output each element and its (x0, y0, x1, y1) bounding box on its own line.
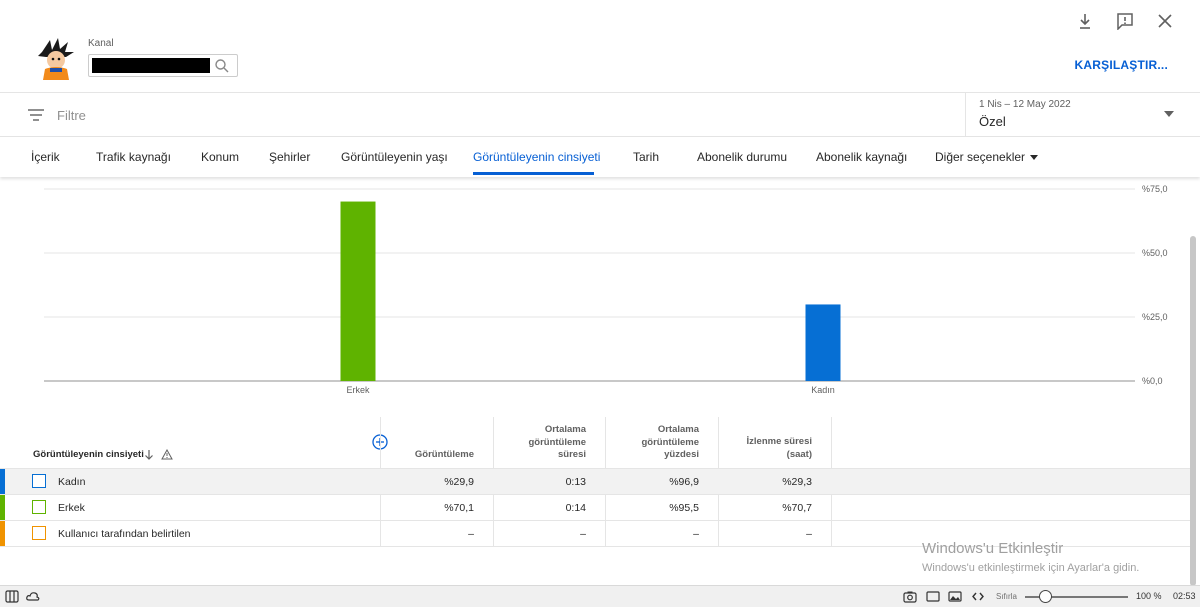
dimension-tabs: İçerik Trafik kaynağı Konum Şehirler Gör… (0, 137, 1200, 177)
activation-watermark-title: Windows'u Etkinleştir (922, 540, 1064, 557)
scrollbar[interactable] (1190, 236, 1196, 586)
column-header-line: Ortalama (657, 424, 699, 435)
dimension-column-header[interactable]: Görüntüleyenin cinsiyeti (33, 449, 144, 460)
row-checkbox[interactable] (32, 526, 46, 540)
search-icon[interactable] (214, 58, 230, 74)
image-icon[interactable] (948, 590, 962, 603)
table-row[interactable]: Kadın %29,9 0:13 %96,9 %29,3 (0, 468, 1190, 494)
chart-svg: %0,0 %25,0 %50,0 %75,0 Erkek Kadın (44, 184, 1168, 395)
activation-watermark-subtitle: Windows'u etkinleştirmek için Ayarlar'a … (922, 562, 1140, 574)
cell-watch-time: %70,7 (782, 502, 812, 514)
tab-tarih[interactable]: Tarih (633, 150, 659, 164)
row-label: Erkek (58, 502, 85, 514)
date-mode-text: Özel (979, 114, 1006, 129)
row-label: Kadın (58, 476, 86, 488)
channel-search-input[interactable] (88, 54, 238, 77)
tab-trafik-kaynagi[interactable]: Trafik kaynağı (96, 150, 171, 164)
column-header-line: yüzdesi (664, 449, 699, 460)
column-header-line: görüntüleme (641, 436, 699, 448)
column-header-line: Ortalama (544, 424, 586, 435)
y-tick-label: %25,0 (1142, 312, 1168, 322)
zoom-slider-handle[interactable] (1039, 590, 1052, 603)
cell-avg-percentage: %95,5 (669, 502, 699, 514)
tab-icerik[interactable]: İçerik (31, 150, 60, 164)
sort-arrow-down-icon[interactable] (144, 449, 154, 460)
gender-bar-chart: %0,0 %25,0 %50,0 %75,0 Erkek Kadın (0, 177, 1200, 417)
camera-icon[interactable] (903, 590, 917, 603)
header: Kanal KARŞILAŞTIR... (0, 0, 1200, 93)
y-tick-label: %50,0 (1142, 248, 1168, 258)
data-table: Görüntüleyenin cinsiyeti Görüntüleme Ort… (0, 417, 1190, 547)
code-icon[interactable] (971, 590, 985, 603)
status-bar: Sıfırla 100 % 02:53 (0, 585, 1200, 607)
y-tick-label: %0,0 (1142, 376, 1163, 386)
row-checkbox[interactable] (32, 474, 46, 488)
sidebar-toggle-icon[interactable] (5, 590, 19, 603)
row-label: Kullanıcı tarafından belirtilen (58, 528, 191, 540)
cell-avg-duration: – (580, 528, 586, 540)
tab-konum[interactable]: Konum (201, 150, 239, 164)
date-range-picker[interactable]: 1 Nis – 12 May 2022 Özel (965, 93, 1200, 137)
cell-avg-duration: 0:14 (565, 502, 586, 514)
table-row[interactable]: Erkek %70,1 0:14 %95,5 %70,7 (0, 494, 1190, 520)
feedback-icon[interactable] (1116, 12, 1134, 30)
redacted-channel-name (92, 58, 210, 73)
tab-diger-secenekler-label: Diğer seçenekler (935, 150, 1026, 164)
cell-watch-time: %29,3 (782, 476, 812, 488)
cloud-icon[interactable] (26, 590, 40, 603)
column-header-line: (saat) (786, 448, 812, 460)
x-tick-label: Kadın (811, 385, 835, 395)
download-icon[interactable] (1076, 12, 1094, 30)
tab-abonelik-durumu[interactable]: Abonelik durumu (697, 150, 787, 164)
column-header-line: süresi (558, 449, 586, 460)
column-header-avg-view-duration[interactable]: Ortalama görüntüleme süresi (528, 424, 586, 462)
column-header-line: İzlenme süresi (746, 436, 812, 447)
filter-icon[interactable] (28, 108, 44, 122)
caret-down-icon (1030, 155, 1039, 161)
cell-views: – (468, 528, 474, 540)
tab-abonelik-kaynagi[interactable]: Abonelik kaynağı (816, 150, 907, 164)
cell-watch-time: – (806, 528, 812, 540)
warning-icon[interactable] (161, 449, 173, 460)
column-header-views-line: Görüntüleme (414, 449, 474, 460)
table-header: Görüntüleyenin cinsiyeti Görüntüleme Ort… (0, 417, 1190, 468)
active-tab-indicator (473, 172, 594, 175)
column-header-avg-view-percentage[interactable]: Ortalama görüntüleme yüzdesi (641, 424, 699, 462)
date-range-text: 1 Nis – 12 May 2022 (979, 99, 1071, 110)
channel-avatar (38, 38, 74, 80)
chevron-down-icon[interactable] (1164, 111, 1174, 117)
bar-kadın (805, 304, 841, 381)
window-icon[interactable] (926, 590, 940, 603)
column-header-line: görüntüleme (528, 436, 586, 448)
cell-avg-duration: 0:13 (565, 476, 586, 488)
filter-bar: Filtre 1 Nis – 12 May 2022 Özel (0, 93, 1200, 137)
tab-sehirler[interactable]: Şehirler (269, 150, 310, 164)
row-color-indicator (0, 521, 5, 546)
zoom-reset-button[interactable]: Sıfırla (996, 592, 1017, 601)
bar-erkek (340, 201, 376, 381)
filter-input[interactable]: Filtre (57, 108, 86, 123)
clock-time: 02:53 (1173, 591, 1196, 601)
x-tick-label: Erkek (346, 385, 370, 395)
row-checkbox[interactable] (32, 500, 46, 514)
cell-views: %29,9 (444, 476, 474, 488)
cell-avg-percentage: – (693, 528, 699, 540)
close-icon[interactable] (1156, 12, 1174, 30)
cell-avg-percentage: %96,9 (669, 476, 699, 488)
tab-goruntuleyenin-yasi[interactable]: Görüntüleyenin yaşı (341, 150, 448, 164)
column-header-watch-time[interactable]: İzlenme süresi (saat) (747, 436, 812, 461)
channel-label: Kanal (88, 38, 114, 49)
y-tick-label: %75,0 (1142, 184, 1168, 194)
compare-button[interactable]: KARŞILAŞTIR... (1075, 58, 1168, 72)
tab-goruntuleyenin-cinsiyeti[interactable]: Görüntüleyenin cinsiyeti (473, 150, 600, 164)
tab-diger-secenekler[interactable]: Diğer seçenekler (935, 150, 1039, 164)
row-color-indicator (0, 469, 5, 494)
zoom-level: 100 % (1136, 591, 1162, 601)
column-header-views[interactable]: Görüntüleme (415, 449, 474, 462)
cell-views: %70,1 (444, 502, 474, 514)
row-color-indicator (0, 495, 5, 520)
